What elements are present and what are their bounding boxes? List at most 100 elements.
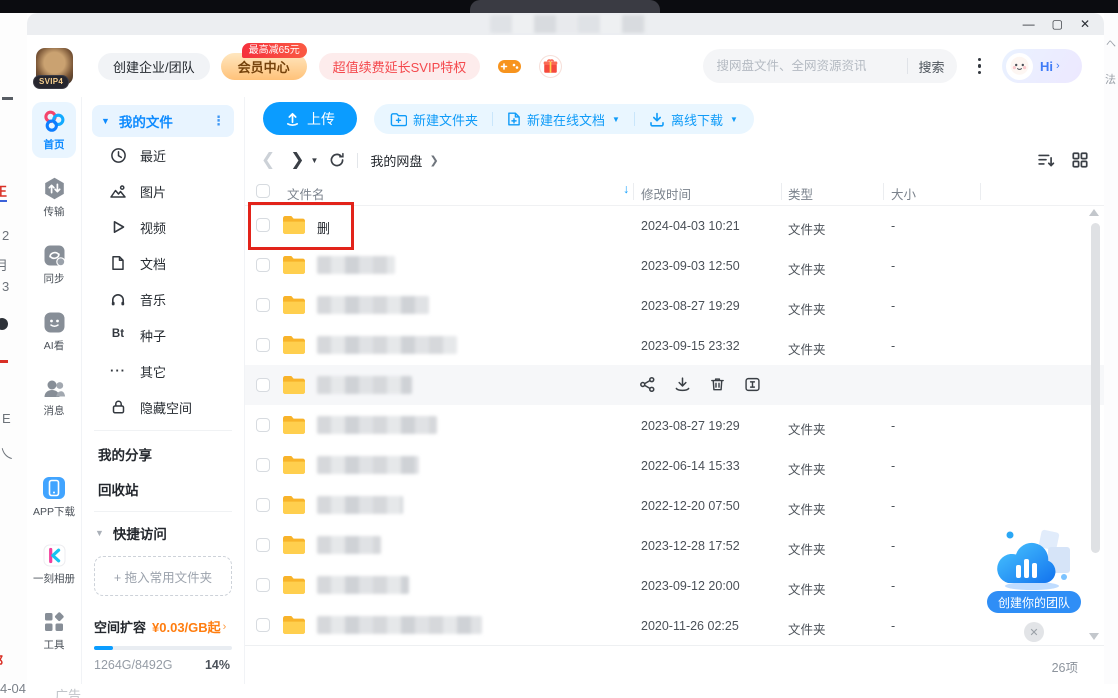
table-row[interactable]: 2023-08-27 19:29文件夹-: [245, 285, 1104, 325]
gift-icon[interactable]: [539, 55, 562, 78]
file-size: -: [891, 459, 895, 473]
column-header-size[interactable]: 大小: [891, 184, 916, 203]
new-online-doc-button[interactable]: 新建在线文档 ▼: [507, 110, 620, 129]
sidebar-item-others[interactable]: ···其它: [92, 353, 234, 389]
table-row[interactable]: 2022-06-14 15:33文件夹-: [245, 445, 1104, 485]
history-caret-icon[interactable]: ▼: [311, 156, 319, 165]
create-team-promo-button[interactable]: 创建你的团队: [987, 591, 1081, 613]
sidebar-item-pictures[interactable]: 图片: [92, 173, 234, 209]
bg-fragment: E: [2, 411, 11, 426]
table-row[interactable]: 2023-12-28 17:52文件夹-: [245, 525, 1104, 565]
sort-desc-arrow-icon[interactable]: ↓: [623, 182, 629, 196]
column-header-name[interactable]: 文件名: [287, 184, 325, 203]
rail-item-tools[interactable]: 工具: [32, 604, 76, 658]
user-avatar[interactable]: SVIP4: [36, 48, 73, 85]
file-size: -: [891, 419, 895, 433]
row-checkbox[interactable]: [256, 258, 270, 272]
delete-icon[interactable]: [709, 376, 726, 393]
sidebar-item-my-share[interactable]: 我的分享: [92, 436, 234, 471]
drop-folder-zone[interactable]: + 拖入常用文件夹: [94, 556, 232, 596]
offline-download-label: 离线下载: [671, 110, 723, 129]
rail-item-home[interactable]: 首页: [32, 102, 76, 158]
refresh-icon[interactable]: [329, 152, 345, 168]
sidebar-item-videos[interactable]: 视频: [92, 209, 234, 245]
close-promo-icon[interactable]: ✕: [1024, 622, 1044, 642]
table-row[interactable]: 2020-11-26 02:25文件夹-: [245, 605, 1104, 645]
my-files-more-icon[interactable]: ⋮: [212, 113, 225, 129]
upload-button[interactable]: 上传: [263, 102, 357, 135]
row-checkbox[interactable]: [256, 418, 270, 432]
column-header-modified[interactable]: 修改时间: [641, 184, 691, 203]
row-checkbox[interactable]: [256, 578, 270, 592]
create-team-button[interactable]: 创建企业/团队: [98, 53, 210, 80]
share-icon[interactable]: [639, 376, 656, 393]
offline-download-button[interactable]: 离线下载 ▼: [649, 110, 738, 129]
scrollbar-thumb[interactable]: [1091, 223, 1100, 553]
table-row[interactable]: 2022-12-20 07:50文件夹-: [245, 485, 1104, 525]
breadcrumb-root[interactable]: 我的网盘: [370, 151, 422, 170]
svip-renew-banner[interactable]: 超值续费延长SVIP特权: [319, 53, 481, 80]
upload-label: 上传: [307, 109, 335, 129]
sidebar-item-recycle-bin[interactable]: 回收站: [92, 471, 234, 506]
rail-item-app-download[interactable]: APP下载: [32, 469, 76, 525]
new-folder-button[interactable]: 新建文件夹: [390, 110, 478, 129]
assistant-label: Hi: [1040, 59, 1053, 74]
sidebar-item-music[interactable]: 音乐: [92, 281, 234, 317]
file-list-panel: 上传 新建文件夹 新建在线文档 ▼: [245, 97, 1104, 684]
row-checkbox[interactable]: [256, 458, 270, 472]
grid-view-icon[interactable]: [1072, 152, 1088, 168]
select-all-checkbox[interactable]: [256, 184, 270, 198]
table-row[interactable]: 2023-09-15 23:32文件夹-: [245, 325, 1104, 365]
app-header: SVIP4 创建企业/团队 会员中心 最高减65元 超值续费延长SVIP特权 搜…: [27, 35, 1104, 97]
search-button[interactable]: 搜索: [918, 57, 944, 76]
rail-item-messages[interactable]: 消息: [32, 371, 76, 424]
table-row[interactable]: 2023-08-27 19:29文件夹-: [245, 405, 1104, 445]
minimize-button[interactable]: —: [1023, 18, 1035, 30]
row-checkbox[interactable]: [256, 538, 270, 552]
row-checkbox[interactable]: [256, 618, 270, 632]
sidebar-item-torrent[interactable]: Bt种子: [92, 317, 234, 353]
game-controller-icon[interactable]: [497, 56, 522, 76]
storage-price[interactable]: ¥0.03/GB起: [152, 617, 221, 636]
sidebar-item-recent[interactable]: 最近: [92, 137, 234, 173]
rail-item-album[interactable]: 一刻相册: [32, 537, 76, 592]
folder-icon: [281, 254, 307, 275]
sidebar-item-my-files[interactable]: ▼ 我的文件 ⋮: [92, 105, 234, 137]
row-checkbox[interactable]: [256, 338, 270, 352]
rail-item-transfer[interactable]: 传输: [32, 170, 76, 225]
maximize-button[interactable]: ▢: [1052, 18, 1063, 30]
column-header-type[interactable]: 类型: [788, 184, 813, 203]
table-row[interactable]: [245, 365, 1104, 405]
table-row[interactable]: 2023-09-03 12:50文件夹-: [245, 245, 1104, 285]
sidebar-item-quick-access[interactable]: ▼ 快捷访问: [92, 517, 234, 549]
file-type: 文件夹: [788, 299, 826, 318]
sidebar-item-hidden-space[interactable]: 隐藏空间: [92, 389, 234, 425]
download-icon[interactable]: [674, 376, 691, 393]
table-row[interactable]: 删2024-04-03 10:21文件夹-: [245, 205, 1104, 245]
back-button[interactable]: ❮: [261, 150, 275, 170]
search-divider: [907, 58, 908, 74]
rail-item-ai-view[interactable]: AI看: [32, 304, 76, 359]
forward-button[interactable]: ❯: [290, 150, 304, 170]
storage-expand-label[interactable]: 空间扩容: [94, 617, 146, 636]
scroll-down-arrow[interactable]: [1089, 633, 1099, 640]
close-button[interactable]: ✕: [1080, 18, 1090, 30]
bg-fragment: 正: [0, 181, 7, 202]
table-row[interactable]: 2023-09-12 20:00文件夹-: [245, 565, 1104, 605]
row-checkbox[interactable]: [256, 218, 270, 232]
scroll-up-arrow[interactable]: [1089, 209, 1099, 216]
rail-item-sync[interactable]: 同步: [32, 237, 76, 292]
folder-icon: [281, 414, 307, 435]
hidden-space-icon: [109, 399, 127, 415]
row-checkbox[interactable]: [256, 378, 270, 392]
sort-order-icon[interactable]: [1037, 152, 1055, 168]
file-name[interactable]: 删: [317, 218, 330, 237]
sidebar-item-documents[interactable]: 文档: [92, 245, 234, 281]
censored-file-name: [317, 536, 381, 554]
assistant-button[interactable]: Hi ›: [1002, 49, 1082, 83]
search-input[interactable]: [715, 58, 898, 74]
more-menu-icon[interactable]: [978, 58, 982, 75]
row-checkbox[interactable]: [256, 498, 270, 512]
rename-icon[interactable]: [744, 376, 761, 393]
row-checkbox[interactable]: [256, 298, 270, 312]
